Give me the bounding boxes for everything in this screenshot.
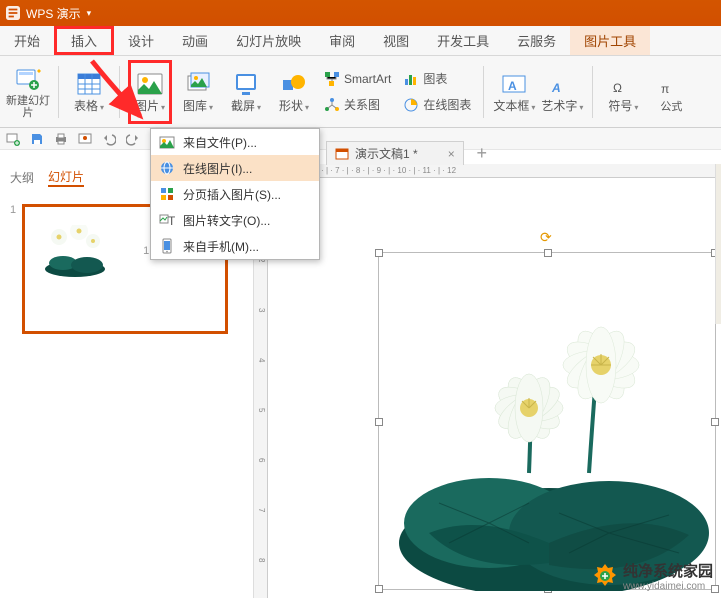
rotate-handle-icon[interactable]: ⟳	[540, 229, 556, 245]
new-slide-icon	[14, 65, 42, 93]
gallery-button[interactable]: 图库▾	[176, 60, 220, 124]
slide-canvas[interactable]: ⟳	[268, 178, 721, 598]
svg-text:π: π	[661, 82, 669, 96]
svg-text:T: T	[168, 214, 175, 228]
svg-text:A: A	[551, 81, 561, 95]
title-dropdown-icon[interactable]: ▾	[87, 8, 92, 19]
menu-view[interactable]: 视图	[369, 26, 423, 55]
qat-save-icon[interactable]	[30, 132, 44, 146]
menu-devtools[interactable]: 开发工具	[423, 26, 503, 55]
ribbon: 新建幻灯片 表格▾ 图片▾ 图库▾ 截屏▾ 形状▾ SmartArt 关系图 图…	[0, 56, 721, 128]
formula-icon: π	[657, 71, 685, 99]
document-tabs: 演示文稿1 * × +	[326, 141, 494, 165]
close-tab-icon[interactable]: ×	[448, 147, 455, 161]
smartart-icon	[324, 71, 340, 87]
menu-picture-tools[interactable]: 图片工具	[570, 26, 650, 55]
title-bar: WPS 演示 ▾	[0, 0, 721, 26]
online-chart-button[interactable]: 在线图表	[399, 94, 475, 116]
textbox-button[interactable]: A 文本框▾	[492, 60, 536, 124]
slide-number: 1	[10, 204, 16, 584]
app-logo-icon	[6, 6, 20, 20]
watermark: 纯净系统家园 www.yidaimei.com	[591, 560, 713, 592]
screenshot-button[interactable]: 截屏▾	[224, 60, 268, 124]
dd-from-file[interactable]: 来自文件(P)...	[151, 129, 319, 155]
table-icon	[75, 70, 103, 98]
separator	[58, 66, 59, 118]
chart-icon	[403, 71, 419, 87]
from-file-icon	[159, 134, 175, 150]
main-area: 大纲 幻灯片 1 1 · 4 · | · 5 · | · 6 · | · 7 ·…	[0, 164, 721, 598]
tab-outline[interactable]: 大纲	[10, 169, 34, 186]
online-icon	[159, 160, 175, 176]
add-tab-button[interactable]: +	[470, 143, 494, 164]
dd-paginated[interactable]: 分页插入图片(S)...	[151, 181, 319, 207]
app-title: WPS 演示	[26, 5, 81, 22]
tab-slides[interactable]: 幻灯片	[48, 168, 84, 187]
smartart-button[interactable]: SmartArt	[320, 68, 395, 90]
slide-inner-number: 1	[143, 245, 149, 257]
symbol-button[interactable]: Ω 符号▾	[601, 60, 645, 124]
svg-text:A: A	[508, 79, 517, 93]
menu-review[interactable]: 审阅	[315, 26, 369, 55]
doc-tab-1[interactable]: 演示文稿1 * ×	[326, 141, 464, 165]
shapes-button[interactable]: 形状▾	[272, 60, 316, 124]
selection-box[interactable]: ⟳	[378, 252, 716, 590]
menu-bar: 开始 插入 设计 动画 幻灯片放映 审阅 视图 开发工具 云服务 图片工具	[0, 26, 721, 56]
svg-text:Ω: Ω	[613, 81, 622, 95]
picture-dropdown: 来自文件(P)... 在线图片(I)... 分页插入图片(S)... T 图片转…	[150, 128, 320, 260]
online-chart-icon	[403, 97, 419, 113]
textbox-icon: A	[500, 70, 528, 98]
separator	[119, 66, 120, 118]
qat-redo-icon[interactable]	[126, 132, 140, 146]
wordart-button[interactable]: A 艺术字▾	[540, 60, 584, 124]
shapes-icon	[280, 70, 308, 98]
menu-animation[interactable]: 动画	[168, 26, 222, 55]
menu-cloud[interactable]: 云服务	[503, 26, 570, 55]
symbol-icon: Ω	[609, 70, 637, 98]
menu-design[interactable]: 设计	[114, 26, 168, 55]
qat-new-slide-icon[interactable]	[6, 132, 20, 146]
separator	[483, 66, 484, 118]
right-side-strip	[715, 164, 721, 324]
menu-start[interactable]: 开始	[0, 26, 54, 55]
from-phone-icon	[159, 238, 175, 254]
canvas-area: · 4 · | · 5 · | · 6 · | · 7 · | · 8 · | …	[254, 164, 721, 598]
gallery-icon	[184, 70, 212, 98]
relation-button[interactable]: 关系图	[320, 94, 395, 116]
thumb-image-icon	[35, 225, 115, 277]
doc-tab-icon	[335, 147, 349, 161]
dd-to-text[interactable]: T 图片转文字(O)...	[151, 207, 319, 233]
formula-button[interactable]: π 公式	[649, 60, 693, 124]
watermark-brand: 纯净系统家园	[623, 560, 713, 581]
watermark-icon	[591, 562, 619, 590]
qat-print-icon[interactable]	[54, 132, 68, 146]
dd-from-phone[interactable]: 来自手机(M)...	[151, 233, 319, 259]
qat-undo-icon[interactable]	[102, 132, 116, 146]
table-button[interactable]: 表格▾	[67, 60, 111, 124]
lotus-image[interactable]	[379, 253, 717, 591]
new-slide-button[interactable]: 新建幻灯片	[6, 60, 50, 124]
dd-online[interactable]: 在线图片(I)...	[151, 155, 319, 181]
relation-icon	[324, 97, 340, 113]
menu-slideshow[interactable]: 幻灯片放映	[222, 26, 315, 55]
horizontal-ruler: · 4 · | · 5 · | · 6 · | · 7 · | · 8 · | …	[268, 164, 721, 178]
menu-insert[interactable]: 插入	[54, 26, 114, 55]
watermark-url: www.yidaimei.com	[623, 581, 713, 592]
picture-icon	[136, 70, 164, 98]
chart-button[interactable]: 图表	[399, 68, 475, 90]
paginated-icon	[159, 186, 175, 202]
screenshot-icon	[232, 70, 260, 98]
qat-preview-icon[interactable]	[78, 132, 92, 146]
wordart-icon: A	[548, 70, 576, 98]
to-text-icon: T	[159, 212, 175, 228]
picture-button[interactable]: 图片▾	[128, 60, 172, 124]
separator	[592, 66, 593, 118]
